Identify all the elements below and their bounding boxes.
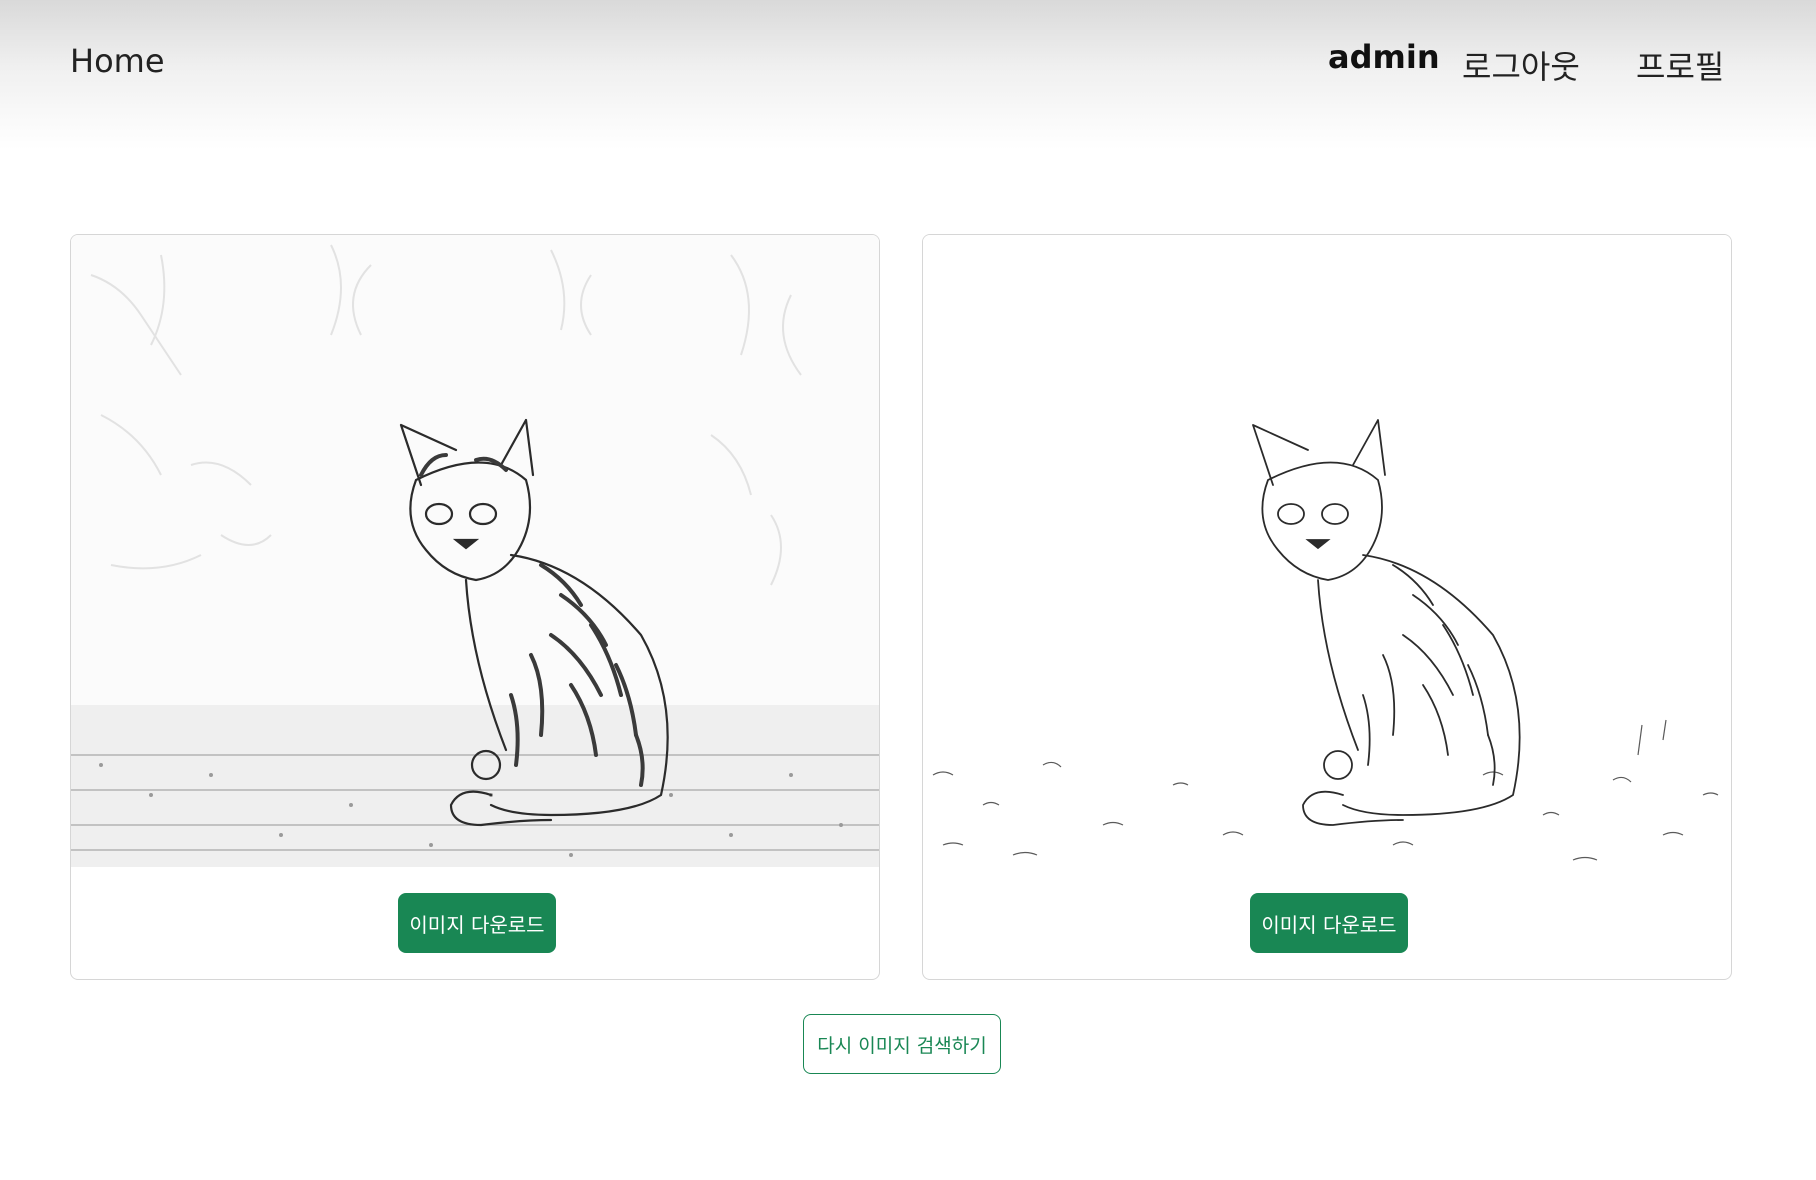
sketch-image-shaded <box>71 235 879 867</box>
sketch-image-outline <box>923 235 1731 867</box>
top-navbar: Home admin 로그아웃 프로필 <box>0 0 1816 150</box>
nav-home-link[interactable]: Home <box>70 42 165 80</box>
nav-username: admin <box>1328 38 1440 76</box>
result-card-outline: 이미지 다운로드 <box>922 234 1732 980</box>
download-image-button-shaded[interactable]: 이미지 다운로드 <box>398 893 556 953</box>
result-card-shaded: 이미지 다운로드 <box>70 234 880 980</box>
nav-profile-link[interactable]: 프로필 <box>1636 42 1724 88</box>
nav-logout-link[interactable]: 로그아웃 <box>1462 42 1580 88</box>
download-image-button-outline[interactable]: 이미지 다운로드 <box>1250 893 1408 953</box>
search-again-button[interactable]: 다시 이미지 검색하기 <box>803 1014 1001 1074</box>
